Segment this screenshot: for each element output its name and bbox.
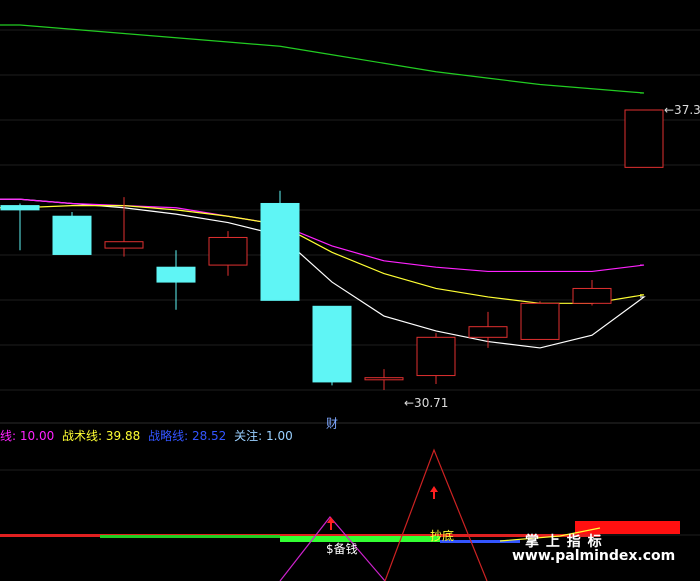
ma-line-2 [0, 204, 645, 304]
legend-ma-value: 线: 10.00 [0, 429, 55, 443]
legend-strategy-value: 战略线: 28.52 [148, 429, 227, 443]
annotation-cai: 财 [326, 417, 338, 431]
legend-tactic-value: 战术线: 39.88 [62, 429, 141, 443]
candle-body-5 [260, 202, 300, 301]
buy-arrow-2-head [430, 486, 438, 492]
candle-body-2 [104, 241, 144, 249]
candle-body-4 [208, 236, 248, 266]
ma-line-3 [0, 24, 645, 94]
chart-canvas: ←37.30 ←30.71 财 $备钱 抄底 [0, 24, 700, 581]
indicator-bright-green-bar [280, 536, 440, 542]
candle-body-3 [156, 266, 196, 283]
candle-body-1 [52, 215, 92, 255]
candle-body-10 [520, 302, 560, 340]
candle-body-6 [312, 305, 352, 383]
candle-body-12 [624, 109, 664, 168]
indicator-marker-1: 抄底 [430, 528, 454, 543]
annotation-price-1: ←30.71 [404, 396, 448, 410]
candle-body-7 [364, 377, 404, 381]
indicator-legend: 线: 10.00 战术线: 39.88 战略线: 28.52 关注: 1.00 [0, 427, 297, 444]
watermark-url: www.palmindex.com [512, 548, 676, 564]
candles [0, 109, 664, 390]
annotation-price-0: ←37.30 [664, 103, 700, 117]
candle-body-8 [416, 336, 456, 377]
indicator-marker-0: $备钱 [326, 541, 358, 556]
candle-body-9 [468, 326, 508, 338]
indicator-green-bar [100, 535, 280, 538]
moving-average-lines [0, 24, 646, 349]
candle-body-11 [572, 287, 612, 304]
grid [0, 29, 700, 536]
legend-focus-value: 关注: 1.00 [234, 429, 293, 443]
candle-body-0 [0, 205, 40, 211]
